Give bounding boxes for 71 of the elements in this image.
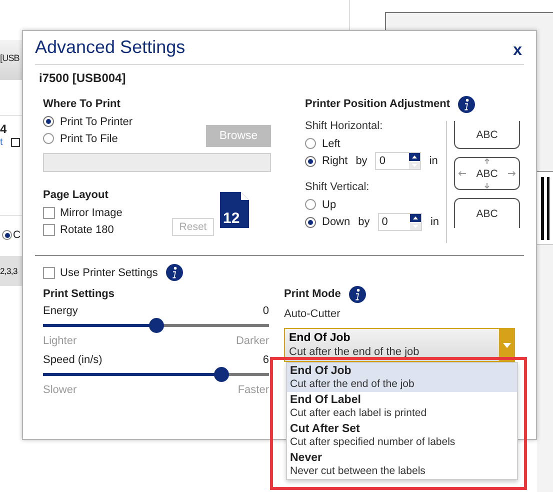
radio-button[interactable] [305,156,316,166]
position-preview-button[interactable]: ABC [454,121,520,149]
shift-label: Shift Vertical: [305,181,370,193]
dropdown-option[interactable]: End Of Label Cut after each label is printed [287,392,517,421]
radio-button[interactable] [305,216,316,228]
checkbox[interactable] [43,206,55,218]
option-label: C [13,229,21,241]
radio-button[interactable] [43,133,54,144]
dropdown-option[interactable]: Never Never cut between the labels [287,450,517,479]
section-heading: Where To Print [43,98,120,110]
min-label: Slower [43,384,77,396]
printer-name: i7500 [USB004] [39,71,127,87]
spin-field[interactable]: 0 [378,213,422,231]
option-label: Up [322,198,336,210]
info-icon[interactable] [166,264,183,281]
slider-label: Energy [43,304,78,316]
unit-label: in [430,216,439,228]
dropdown-option[interactable]: End Of Job Cut after the end of the job [287,363,517,392]
min-label: Lighter [43,334,77,346]
field-label: Auto-Cutter [284,308,340,320]
radio-button[interactable] [305,138,316,149]
spin-value: 0 [382,216,388,228]
slider-label: Speed (in/s) [43,354,102,366]
option-label: Right [322,155,348,167]
spin-field[interactable]: 0 [375,152,422,170]
option-label: Down [322,216,350,228]
checkbox[interactable] [43,266,55,278]
checkbox-label: Use Printer Settings [60,266,158,278]
slider-thumb[interactable] [214,367,229,382]
option-label: Print To Printer [60,116,133,128]
checkbox[interactable] [43,224,55,236]
spin-arrows-icon[interactable] [410,214,422,230]
slider-track[interactable] [43,318,269,333]
tab-label: [USB [0,40,22,80]
section-heading: Print Mode [284,288,341,300]
by-label: by [358,216,370,228]
slider-value: 0 [262,304,269,316]
max-label: Darker [236,334,269,346]
dialog-title: Advanced Settings [35,37,186,58]
unit-label: in [429,155,438,167]
radio-button[interactable] [305,199,316,210]
option-label: Left [322,138,340,150]
slider-track[interactable] [43,367,269,382]
item-title: 4 [0,122,7,136]
document-icon: 12 [220,192,249,228]
radio-button[interactable] [2,230,12,240]
close-button[interactable]: x [511,42,524,60]
position-preview-button[interactable]: ABC [454,198,520,228]
item-link[interactable]: t [0,137,3,148]
section-heading: Printer Position Adjustment [305,98,450,110]
slider-thumb[interactable] [148,318,164,333]
dropdown-option[interactable]: Cut After Set Cut after specified number of labels [287,421,517,450]
mode-dropdown[interactable]: End Of Job Cut after the end of the job [284,328,515,362]
checkbox-label: Mirror Image [60,206,122,218]
checkbox[interactable] [11,138,20,147]
section-heading: Page Layout [43,189,108,201]
section-heading: Print Settings [43,288,115,300]
shift-label: Shift Horizontal: [305,120,383,132]
by-label: by [356,155,368,167]
file-path-field[interactable] [43,153,271,172]
slider-value: 6 [262,354,269,366]
position-preview-button[interactable]: ABC [454,157,520,190]
option-label: Print To File [60,132,118,144]
background-button[interactable]: 2,3,3 [0,256,22,286]
info-icon[interactable] [458,96,476,112]
radio-button[interactable] [43,116,54,127]
spin-value: 0 [379,155,386,167]
checkbox-label: Rotate 180 [60,224,114,236]
spin-arrows-icon[interactable] [409,153,420,169]
info-icon[interactable] [348,286,366,302]
max-label: Faster [238,384,269,396]
